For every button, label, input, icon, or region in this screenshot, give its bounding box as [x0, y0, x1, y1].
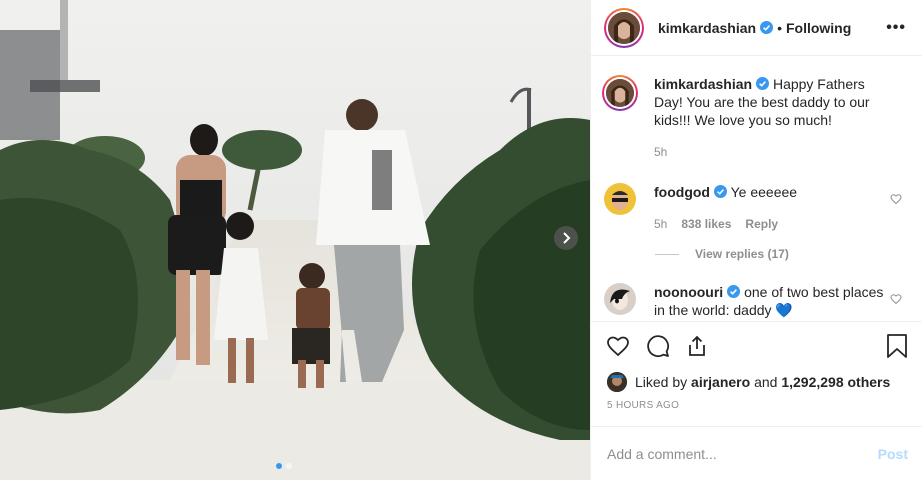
- commenter-username[interactable]: foodgod: [654, 184, 710, 200]
- like-heart-icon[interactable]: [605, 334, 631, 358]
- comments-list[interactable]: kimkardashian Happy Fathers Day! You are…: [591, 56, 922, 321]
- caption-comment: kimkardashian Happy Fathers Day! You are…: [602, 75, 906, 161]
- view-replies-label: View replies (17): [695, 247, 789, 261]
- comment-text: Ye eeeeee: [730, 184, 798, 200]
- beach-path-photo: [0, 0, 590, 480]
- liked-by-joiner: and: [754, 374, 778, 390]
- author-avatar-image: [608, 11, 640, 44]
- caption-username[interactable]: kimkardashian: [654, 76, 752, 92]
- verified-badge-icon: [756, 77, 770, 90]
- following-button[interactable]: Following: [786, 20, 851, 36]
- carousel-indicator: [276, 463, 292, 469]
- liker-avatar[interactable]: [607, 372, 627, 392]
- commenter-username[interactable]: noonoouri: [654, 284, 723, 300]
- like-comment-heart-icon[interactable]: [890, 293, 902, 305]
- comment-likes[interactable]: 838 likes: [681, 215, 731, 233]
- add-comment-bar: Post: [591, 426, 922, 480]
- likes-count[interactable]: 1,292,298 others: [781, 374, 890, 390]
- commenter-avatar[interactable]: [604, 283, 636, 315]
- verified-badge-icon: [713, 185, 727, 198]
- post-header: kimkardashian • Following •••: [591, 0, 922, 56]
- reply-button[interactable]: Reply: [745, 215, 778, 233]
- post-comment-button[interactable]: Post: [878, 446, 908, 462]
- post-side-panel: kimkardashian • Following ••• kimkardash…: [590, 0, 922, 480]
- blue-heart-emoji: 💙: [775, 302, 793, 318]
- carousel-dot-active: [276, 463, 282, 469]
- header-separator: •: [777, 19, 782, 36]
- chevron-right-icon: [563, 232, 571, 244]
- caption-avatar[interactable]: [602, 75, 638, 111]
- comment-item: noonoouri one of two best places in the …: [604, 283, 906, 319]
- comment-time[interactable]: 5h: [654, 215, 667, 233]
- caption-time[interactable]: 5h: [654, 143, 667, 161]
- liked-by-prefix: Liked by: [635, 374, 688, 390]
- liker-username[interactable]: airjanero: [691, 374, 750, 390]
- commenter-avatar[interactable]: [604, 183, 636, 215]
- verified-badge-icon: [760, 21, 774, 34]
- comment-bubble-icon[interactable]: [645, 334, 671, 358]
- carousel-dot: [286, 463, 292, 469]
- caption-avatar-image: [606, 79, 634, 107]
- add-comment-input[interactable]: [607, 445, 878, 462]
- share-icon[interactable]: [685, 334, 709, 358]
- post-actions-bar: [591, 321, 922, 369]
- author-avatar[interactable]: [604, 7, 644, 48]
- verified-badge-icon: [727, 285, 741, 298]
- post-timestamp[interactable]: 5 HOURS AGO: [591, 400, 922, 418]
- instagram-post: kimkardashian • Following ••• kimkardash…: [0, 0, 922, 480]
- post-photo[interactable]: [0, 0, 590, 480]
- view-replies-button[interactable]: View replies (17): [655, 247, 906, 261]
- comment-item: foodgod Ye eeeeee 5h 838 likes Reply: [604, 183, 906, 233]
- save-bookmark-icon[interactable]: [886, 333, 908, 358]
- next-photo-button[interactable]: [554, 226, 578, 250]
- replies-divider: [655, 253, 679, 255]
- more-options-button[interactable]: •••: [886, 19, 906, 37]
- likes-summary: Liked by airjanero and 1,292,298 others: [591, 369, 922, 395]
- author-username[interactable]: kimkardashian: [658, 20, 756, 36]
- like-comment-heart-icon[interactable]: [890, 193, 902, 205]
